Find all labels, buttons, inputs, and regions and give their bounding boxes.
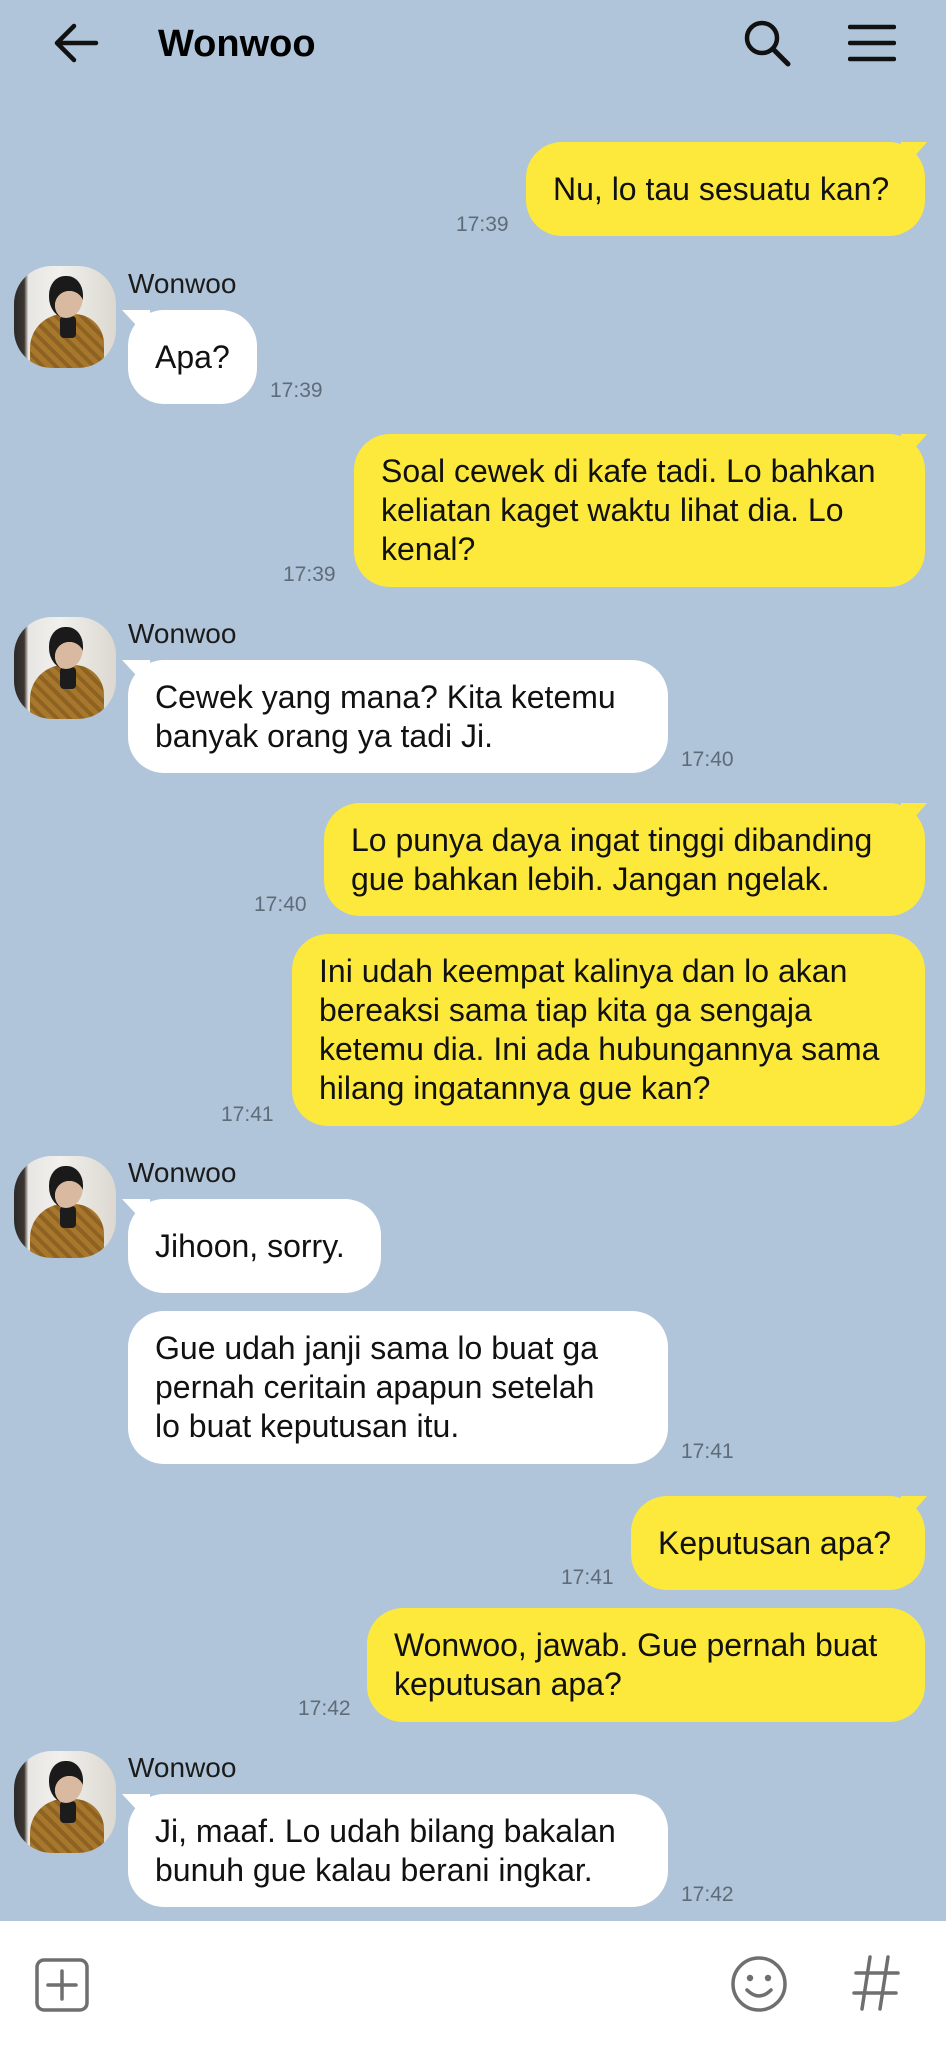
message-bubble[interactable]: Keputusan apa?: [631, 1496, 925, 1590]
chat-title: Wonwoo: [158, 23, 316, 65]
sender-name: Wonwoo: [128, 268, 237, 299]
sender-name: Wonwoo: [128, 618, 237, 649]
message-time: 17:39: [456, 213, 509, 236]
message-time: 17:42: [298, 1697, 351, 1720]
search-icon[interactable]: [742, 18, 792, 68]
message-time: 17:40: [681, 748, 734, 771]
message-time: 17:39: [283, 563, 336, 586]
message-time: 17:39: [270, 379, 323, 402]
sender-name: Wonwoo: [128, 1157, 237, 1188]
message-bubble[interactable]: Soal cewek di kafe tadi. Lo bahkan kelia…: [354, 434, 925, 587]
message-bubble[interactable]: Ini udah keempat kalinya dan lo akan ber…: [292, 934, 925, 1126]
message-bubble[interactable]: Wonwoo, jawab. Gue pernah buat keputusan…: [367, 1608, 925, 1722]
avatar[interactable]: [14, 1156, 116, 1258]
avatar[interactable]: [14, 617, 116, 719]
message-time: 17:41: [221, 1103, 274, 1126]
message-time: 17:41: [561, 1566, 614, 1589]
emoji-smile-icon[interactable]: [730, 1955, 788, 2013]
message-bubble[interactable]: Lo punya daya ingat tinggi dibanding gue…: [324, 803, 925, 916]
avatar[interactable]: [14, 266, 116, 368]
hamburger-menu-icon[interactable]: [847, 22, 897, 64]
message-bubble[interactable]: Cewek yang mana? Kita ketemu banyak oran…: [128, 660, 668, 773]
input-bar: [0, 1921, 946, 2048]
message-bubble[interactable]: Apa?: [128, 310, 257, 404]
arrow-left-icon[interactable]: [52, 22, 100, 64]
chat-header: Wonwoo: [0, 0, 946, 86]
message-time: 17:42: [681, 1883, 734, 1906]
hashtag-icon[interactable]: [852, 1951, 900, 2015]
message-bubble[interactable]: Nu, lo tau sesuatu kan?: [526, 142, 925, 236]
message-bubble[interactable]: Gue udah janji sama lo buat ga pernah ce…: [128, 1311, 668, 1464]
avatar[interactable]: [14, 1751, 116, 1853]
message-time: 17:40: [254, 893, 307, 916]
message-bubble[interactable]: Jihoon, sorry.: [128, 1199, 381, 1293]
message-bubble[interactable]: Ji, maaf. Lo udah bilang bakalan bunuh g…: [128, 1794, 668, 1907]
sender-name: Wonwoo: [128, 1752, 237, 1783]
message-time: 17:41: [681, 1440, 734, 1463]
plus-square-icon[interactable]: [34, 1957, 90, 2013]
